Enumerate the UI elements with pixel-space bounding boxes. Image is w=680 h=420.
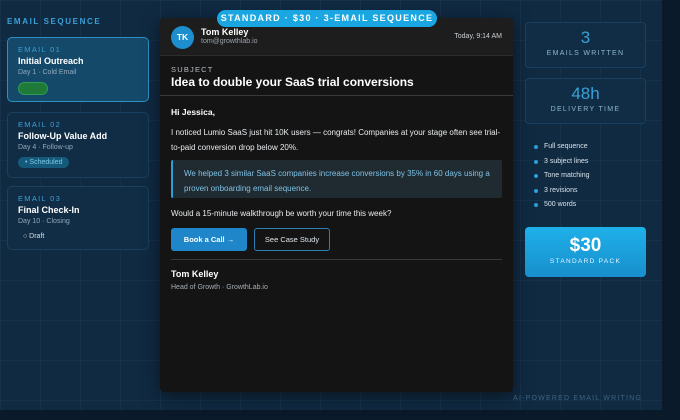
bullet-dot-icon (534, 188, 538, 193)
email-timestamp: Today, 9:14 AM (454, 33, 502, 40)
sequence-item-email-03[interactable]: EMAIL 03 Final Check-In Day 10 · Closing… (7, 186, 149, 250)
sequence-sidebar: EMAIL SEQUENCE EMAIL 01 Initial Outreach… (0, 0, 160, 420)
feature-text: Tone matching (544, 172, 590, 180)
subject-divider (160, 95, 513, 96)
package-banner: STANDARD · $30 · 3-EMAIL SEQUENCE (217, 10, 437, 27)
status-badge-sent: Sent (18, 82, 49, 95)
sequence-item-meta: Day 10 · Closing (18, 218, 70, 225)
email-greeting: Hi Jessica, (171, 107, 215, 117)
feature-text: Full sequence (544, 143, 588, 151)
stat-value: 48h (571, 84, 600, 103)
feature-list: Full sequence 3 subject lines Tone match… (534, 140, 590, 213)
bullet-dot-icon (534, 174, 538, 179)
sequence-item-label: EMAIL 02 (18, 120, 62, 129)
stat-emails-written: 3 EMAILS WRITTEN (525, 22, 646, 68)
signature-title: Head of Growth · GrowthLab.io (171, 284, 268, 291)
sequence-item-name: Final Check-In (18, 205, 80, 215)
signature-divider (171, 259, 502, 260)
sequence-item-label: EMAIL 01 (18, 45, 62, 54)
sequence-item-email-01[interactable]: EMAIL 01 Initial Outreach Day 1 · Cold E… (7, 37, 149, 102)
feature-text: 3 revisions (544, 186, 578, 194)
email-quote-block: We helped 3 similar SaaS companies incre… (171, 160, 502, 198)
feature-text: 500 words (544, 201, 577, 209)
sequence-item-meta: Day 4 · Follow-up (18, 144, 73, 151)
sequence-item-name: Follow-Up Value Add (18, 131, 108, 141)
sender-email: tom@growthlab.io (201, 38, 258, 45)
price-label: STANDARD PACK (549, 258, 622, 265)
price-value: $30 (569, 235, 602, 256)
sidebar-title: EMAIL SEQUENCE (7, 17, 102, 26)
status-badge-draft: ○ Draft (23, 233, 45, 240)
see-case-study-button[interactable]: See Case Study (254, 228, 330, 251)
feature-item: 3 revisions (534, 184, 590, 199)
stat-label: DELIVERY TIME (550, 106, 621, 113)
bullet-dot-icon (534, 159, 538, 164)
subject-label: SUBJECT (171, 65, 214, 74)
price-card[interactable]: $30 STANDARD PACK (525, 227, 646, 277)
right-edge-bar (662, 0, 680, 420)
sequence-item-label: EMAIL 03 (18, 194, 62, 203)
email-paragraph: I noticed Lumio SaaS just hit 10K users … (171, 128, 501, 152)
stat-label: EMAILS WRITTEN (546, 50, 625, 57)
signature-name: Tom Kelley (171, 269, 219, 279)
sender-avatar: TK (171, 26, 194, 49)
status-badge-scheduled: • Scheduled (18, 157, 70, 168)
email-preview-panel: TK Tom Kelley tom@growthlab.io Today, 9:… (160, 18, 513, 392)
sender-name: Tom Kelley (201, 27, 249, 37)
footer-tagline: AI-POWERED EMAIL WRITING (513, 395, 642, 402)
stat-value: 3 (580, 28, 591, 47)
feature-item: 3 subject lines (534, 155, 590, 170)
feature-item: 500 words (534, 198, 590, 213)
bullet-dot-icon (534, 203, 538, 208)
feature-text: 3 subject lines (544, 157, 589, 165)
email-question: Would a 15-minute walkthrough be worth y… (171, 209, 392, 218)
book-call-button[interactable]: Book a Call → (171, 228, 247, 251)
feature-item: Full sequence (534, 140, 590, 155)
sequence-item-email-02[interactable]: EMAIL 02 Follow-Up Value Add Day 4 · Fol… (7, 112, 149, 178)
stat-delivery-time: 48h DELIVERY TIME (525, 78, 646, 124)
bullet-dot-icon (534, 145, 538, 150)
sequence-item-meta: Day 1 · Cold Email (18, 69, 77, 76)
email-subject: Idea to double your SaaS trial conversio… (171, 75, 414, 89)
sequence-item-name: Initial Outreach (18, 56, 84, 66)
feature-item: Tone matching (534, 169, 590, 184)
